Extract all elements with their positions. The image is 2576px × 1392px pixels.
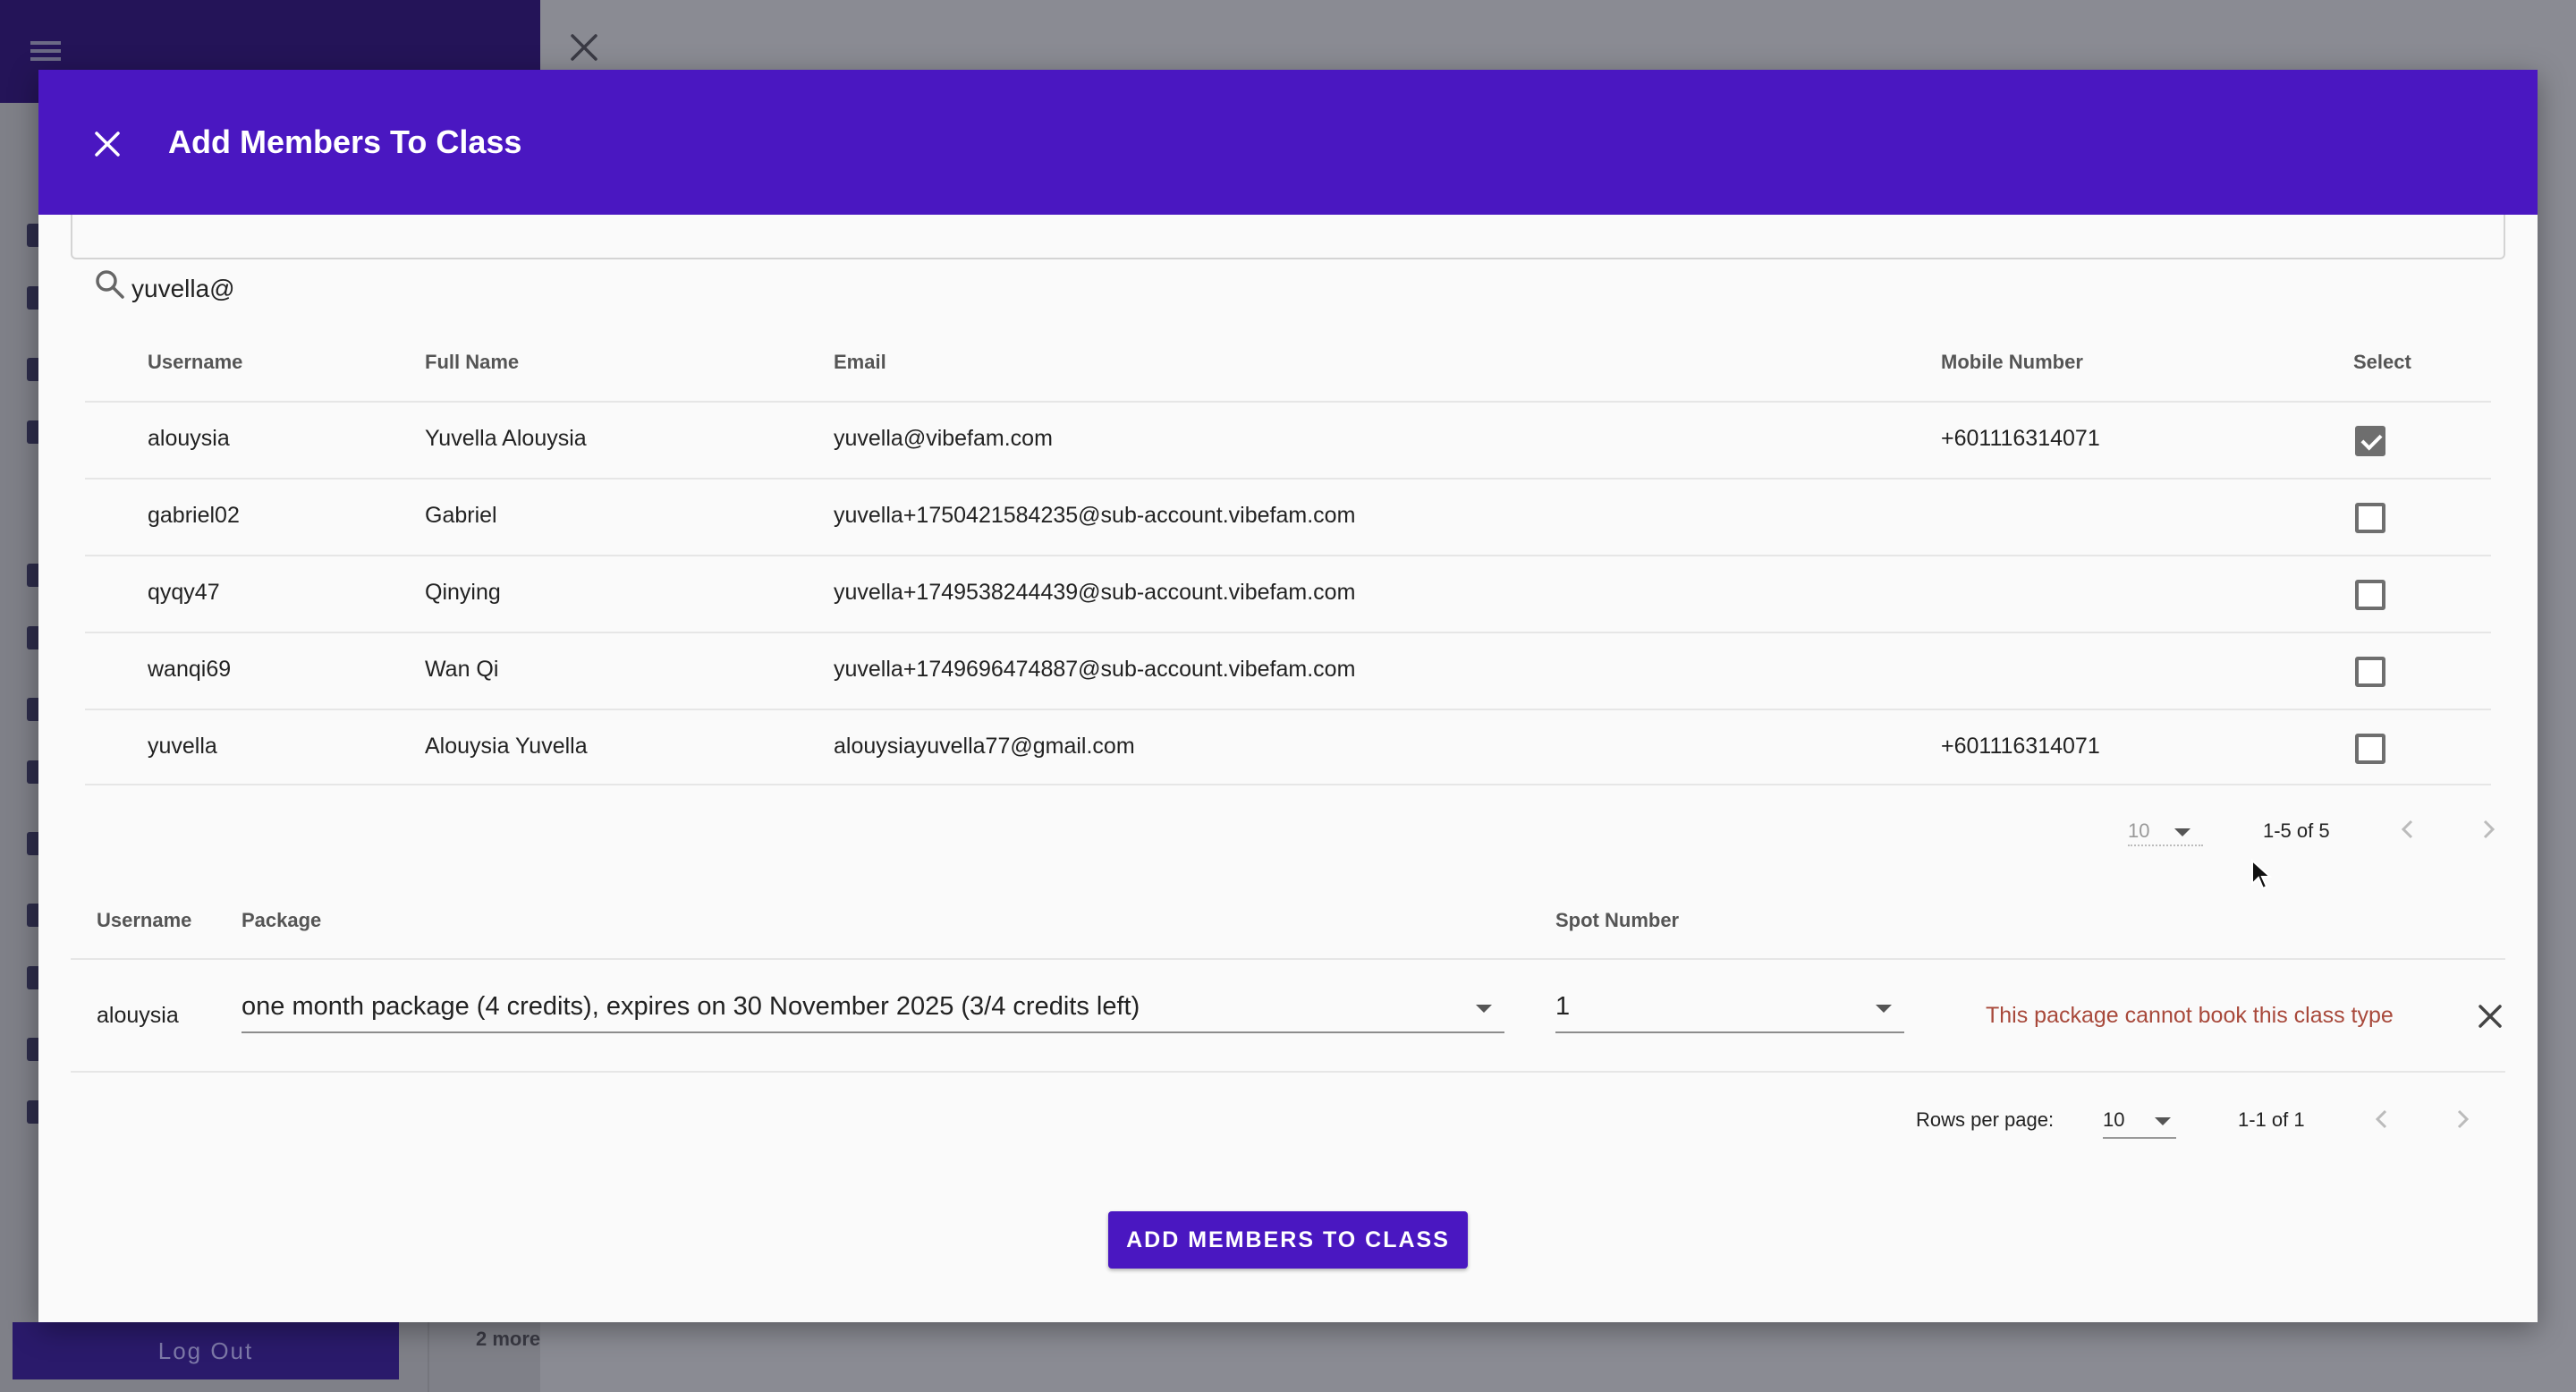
package-error-message: This package cannot book this class type [1986,1003,2394,1028]
email-cell: alouysiayuvella77@gmail.com [834,734,1135,759]
column-header-username: Username [148,351,243,373]
dialog-title: Add Members To Class [168,123,522,160]
full-name-cell: Yuvella Alouysia [425,426,587,451]
mouse-cursor-icon [2251,859,2272,890]
add-members-button[interactable]: ADD MEMBERS TO CLASS [1108,1211,1468,1269]
menu-icon[interactable] [30,41,61,61]
email-cell: yuvella+1749538244439@sub-account.vibefa… [834,580,1356,605]
table-row: yuvella Alouysia Yuvella alouysiayuvella… [85,709,2491,785]
username-cell: wanqi69 [148,657,232,682]
column-header-package: Package [242,909,322,931]
chevron-right-icon[interactable] [2475,816,2502,843]
remove-member-icon[interactable] [2477,1003,2504,1030]
email-cell: yuvella@vibefam.com [834,426,1053,451]
more-events-link[interactable]: 2 more [476,1328,540,1351]
pagination-range: 1-5 of 5 [2263,819,2330,842]
username-cell: alouysia [148,426,230,451]
column-header-mobile-number: Mobile Number [1941,351,2083,373]
close-icon[interactable] [94,131,121,157]
username-cell: alouysia [97,1003,179,1028]
background-divider [428,1315,429,1392]
chevron-left-icon[interactable] [2394,816,2421,843]
mobile-cell: +601116314071 [1941,734,2100,759]
username-cell: qyqy47 [148,580,220,605]
close-icon[interactable] [569,32,599,63]
full-name-cell: Alouysia Yuvella [425,734,588,759]
column-header-username: Username [97,909,192,931]
rows-per-page-select[interactable]: 10 [2103,1108,2176,1139]
table-row: gabriel02 Gabriel yuvella+1750421584235@… [85,478,2491,555]
chevron-right-icon[interactable] [2449,1106,2476,1133]
pagination-range: 1-1 of 1 [2238,1108,2305,1131]
select-checkbox[interactable] [2355,503,2385,533]
selected-member-row: alouysia one month package (4 credits), … [71,958,2505,1073]
email-cell: yuvella+1750421584235@sub-account.vibefa… [834,503,1356,528]
select-checkbox[interactable] [2355,426,2385,456]
caret-down-icon [1476,1005,1492,1013]
select-checkbox[interactable] [2355,657,2385,687]
table-row: wanqi69 Wan Qi yuvella+1749696474887@sub… [85,632,2491,709]
full-name-cell: Wan Qi [425,657,499,682]
package-select[interactable]: one month package (4 credits), expires o… [242,983,1504,1033]
column-header-email: Email [834,351,886,373]
column-header-spot-number: Spot Number [1555,909,1680,931]
email-cell: yuvella+1749696474887@sub-account.vibefa… [834,657,1356,682]
logout-button[interactable]: Log Out [13,1322,399,1379]
column-header-select: Select [2353,351,2411,373]
rows-per-page-label: Rows per page: [1916,1108,2055,1131]
mobile-cell: +601116314071 [1941,426,2100,451]
rows-per-page-select[interactable]: 10 [2128,819,2203,846]
spot-number-select[interactable]: 1 [1555,983,1904,1033]
column-header-full-name: Full Name [425,351,520,373]
username-cell: gabriel02 [148,503,240,528]
select-checkbox[interactable] [2355,734,2385,764]
rows-per-page-value: 10 [2128,819,2150,842]
rows-per-page-value: 10 [2103,1108,2125,1131]
add-members-dialog: Add Members To Class Username Full Name … [38,70,2538,1322]
spot-number-value: 1 [1555,992,1571,1021]
caret-down-icon [2155,1117,2171,1125]
table-row: alouysia Yuvella Alouysia yuvella@vibefa… [85,401,2491,478]
dialog-header: Add Members To Class [38,70,2538,215]
caret-down-icon [2174,828,2190,836]
package-select-value: one month package (4 credits), expires o… [242,992,1140,1021]
full-name-cell: Gabriel [425,503,497,528]
table-row: qyqy47 Qinying yuvella+1749538244439@sub… [85,555,2491,632]
full-name-cell: Qinying [425,580,501,605]
select-checkbox[interactable] [2355,580,2385,610]
chevron-left-icon[interactable] [2368,1106,2395,1133]
caret-down-icon [1876,1005,1892,1013]
username-cell: yuvella [148,734,217,759]
